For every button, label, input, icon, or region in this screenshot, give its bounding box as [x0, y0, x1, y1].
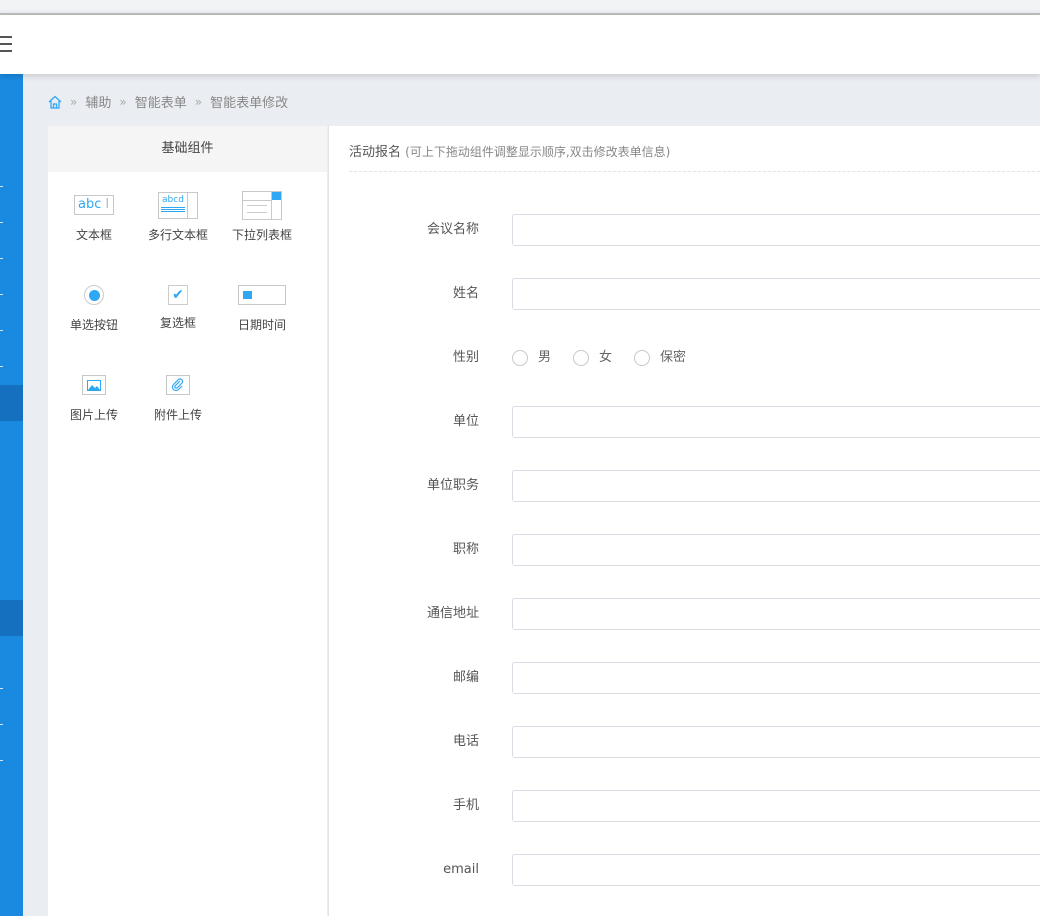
component-checkbox[interactable]: ✔ 复选框 [138, 280, 218, 331]
form-hint: (可上下拖动组件调整显示顺序,双击修改表单信息) [405, 145, 671, 159]
image-icon [82, 375, 106, 395]
home-icon[interactable] [48, 95, 62, 109]
radio-icon [84, 285, 104, 305]
textbox-icon: abc I [74, 195, 114, 215]
form-field-phone[interactable]: 电话 [329, 726, 1040, 758]
field-label: 手机 [452, 798, 479, 813]
form-design-panel: 活动报名 (可上下拖动组件调整显示顺序,双击修改表单信息) 会议名称 姓名 性别… [328, 126, 1040, 916]
sidebar-item[interactable] [0, 222, 3, 223]
form-field-organization[interactable]: 单位 [329, 406, 1040, 438]
text-input[interactable] [512, 534, 1040, 566]
menu-toggle-icon[interactable] [0, 36, 12, 52]
checkbox-icon: ✔ [168, 285, 188, 305]
text-input[interactable] [512, 214, 1040, 246]
component-panel-title: 基础组件 [48, 126, 327, 172]
field-label: 单位职务 [426, 478, 479, 493]
field-label: 姓名 [452, 286, 479, 301]
text-input[interactable] [512, 406, 1040, 438]
chevron-right-icon: » [70, 94, 78, 109]
field-label: email [443, 862, 479, 877]
component-label: 附件上传 [153, 408, 202, 422]
sidebar-item[interactable] [0, 294, 3, 295]
text-input[interactable] [512, 662, 1040, 694]
divider [349, 171, 1040, 172]
calendar-icon [238, 285, 286, 305]
text-input[interactable] [512, 470, 1040, 502]
form-field-gender[interactable]: 性别 男 女 保密 [329, 342, 1040, 374]
field-label: 邮编 [452, 670, 479, 685]
text-input[interactable] [512, 854, 1040, 886]
sidebar-item[interactable] [0, 724, 3, 725]
sidebar-item[interactable] [0, 186, 3, 187]
text-input[interactable] [512, 726, 1040, 758]
text-input[interactable] [512, 278, 1040, 310]
component-select[interactable]: 下拉列表框 [222, 190, 302, 243]
component-label: 日期时间 [237, 318, 286, 332]
component-attachment-upload[interactable]: 附件上传 [138, 370, 218, 423]
field-label: 单位 [452, 414, 479, 429]
component-textbox[interactable]: abc I 文本框 [54, 190, 134, 243]
sidebar-item[interactable] [0, 330, 3, 331]
form-field-mobile[interactable]: 手机 [329, 790, 1040, 822]
component-datetime[interactable]: 日期时间 [222, 280, 302, 333]
component-label: 单选按钮 [69, 318, 118, 332]
textarea-icon: abcd [158, 191, 198, 219]
sidebar-item[interactable] [0, 760, 3, 761]
top-header [0, 15, 1040, 74]
radio-male[interactable]: 男 [512, 342, 551, 374]
form-field-title[interactable]: 职称 [329, 534, 1040, 566]
component-image-upload[interactable]: 图片上传 [54, 370, 134, 423]
sidebar [0, 74, 23, 916]
form-field-name[interactable]: 姓名 [329, 278, 1040, 310]
sidebar-item-active[interactable] [0, 385, 23, 421]
radio-secret[interactable]: 保密 [634, 342, 686, 374]
component-label: 图片上传 [69, 408, 118, 422]
component-radio[interactable]: 单选按钮 [54, 280, 134, 333]
form-field-email[interactable]: email [329, 854, 1040, 886]
component-label: 文本框 [75, 228, 112, 242]
component-panel: 基础组件 abc I 文本框 abcd 多行文本框 下拉列表框 单选按钮 ✔ 复选… [48, 126, 327, 916]
paperclip-icon [166, 375, 190, 395]
sidebar-item[interactable] [0, 366, 3, 367]
sidebar-item[interactable] [0, 688, 3, 689]
text-input[interactable] [512, 790, 1040, 822]
form-field-position[interactable]: 单位职务 [329, 470, 1040, 502]
form-field-postcode[interactable]: 邮编 [329, 662, 1040, 694]
select-icon [242, 190, 282, 220]
component-label: 下拉列表框 [231, 228, 292, 242]
component-label: 复选框 [159, 316, 196, 330]
field-label: 电话 [452, 734, 479, 749]
sidebar-item-active-sub[interactable] [0, 600, 23, 636]
field-label: 职称 [452, 542, 479, 557]
form-field-address[interactable]: 通信地址 [329, 598, 1040, 630]
breadcrumb-current: 智能表单修改 [210, 96, 289, 111]
component-label: 多行文本框 [147, 228, 208, 242]
field-label: 性别 [452, 350, 479, 365]
breadcrumb-item[interactable]: 辅助 [85, 92, 111, 111]
text-input[interactable] [512, 598, 1040, 630]
form-field-meeting-name[interactable]: 会议名称 [329, 214, 1040, 246]
form-title: 活动报名 (可上下拖动组件调整显示顺序,双击修改表单信息) [349, 145, 671, 160]
sidebar-item[interactable] [0, 258, 3, 259]
breadcrumb: » 辅助 » 智能表单 » 智能表单修改 [48, 92, 288, 111]
browser-url-bar[interactable] [0, 0, 1040, 10]
radio-female[interactable]: 女 [573, 342, 612, 374]
field-label: 通信地址 [426, 606, 479, 621]
chevron-right-icon: » [194, 94, 203, 109]
field-label: 会议名称 [426, 222, 479, 237]
breadcrumb-item[interactable]: 智能表单 [135, 92, 187, 111]
component-textarea[interactable]: abcd 多行文本框 [138, 190, 218, 243]
chevron-right-icon: » [119, 94, 127, 109]
